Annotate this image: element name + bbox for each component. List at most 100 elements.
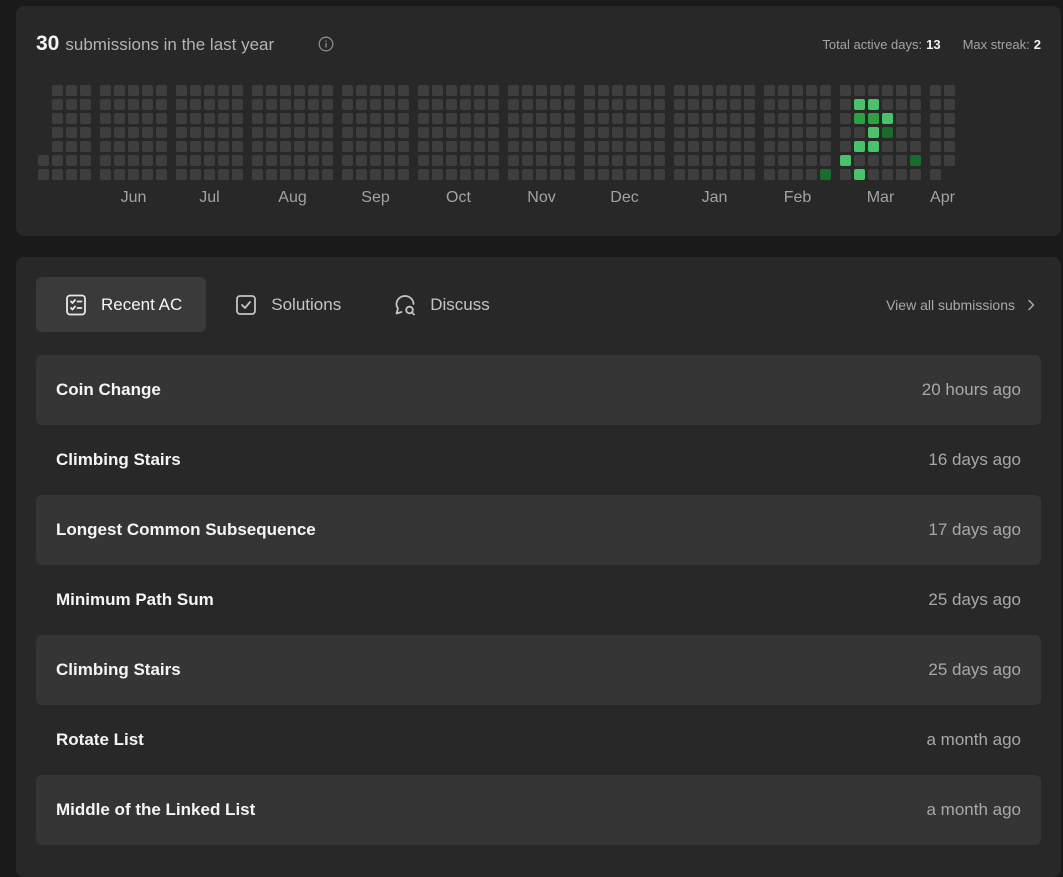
heatmap-cell[interactable] (488, 99, 499, 110)
heatmap-cell[interactable] (232, 113, 243, 124)
heatmap-cell[interactable] (702, 113, 713, 124)
heatmap-cell[interactable] (702, 155, 713, 166)
heatmap-cell[interactable] (882, 155, 893, 166)
heatmap-cell[interactable] (702, 85, 713, 96)
heatmap-cell[interactable] (114, 169, 125, 180)
heatmap-cell[interactable] (806, 169, 817, 180)
heatmap-cell[interactable] (688, 85, 699, 96)
heatmap-cell[interactable] (896, 127, 907, 138)
heatmap-cell[interactable] (840, 113, 851, 124)
heatmap-cell[interactable] (322, 127, 333, 138)
heatmap-cell[interactable] (52, 99, 63, 110)
heatmap-cell[interactable] (654, 127, 665, 138)
heatmap-cell[interactable] (730, 127, 741, 138)
heatmap-cell[interactable] (910, 169, 921, 180)
heatmap-cell[interactable] (688, 155, 699, 166)
heatmap-cell[interactable] (156, 85, 167, 96)
heatmap-cell[interactable] (204, 141, 215, 152)
heatmap-cell[interactable] (654, 99, 665, 110)
heatmap-cell[interactable] (370, 99, 381, 110)
heatmap-cell[interactable] (308, 127, 319, 138)
heatmap-cell[interactable] (356, 155, 367, 166)
heatmap-cell[interactable] (536, 99, 547, 110)
heatmap-cell[interactable] (584, 127, 595, 138)
heatmap-cell[interactable] (626, 169, 637, 180)
heatmap-cell[interactable] (190, 141, 201, 152)
heatmap-cell[interactable] (854, 85, 865, 96)
heatmap-cell[interactable] (114, 113, 125, 124)
heatmap-cell[interactable] (508, 169, 519, 180)
submission-row[interactable]: Climbing Stairs 25 days ago (36, 635, 1041, 705)
heatmap-cell[interactable] (944, 141, 955, 152)
heatmap-cell[interactable] (460, 127, 471, 138)
heatmap-cell[interactable] (398, 155, 409, 166)
heatmap-cell[interactable] (446, 99, 457, 110)
heatmap-cell[interactable] (280, 141, 291, 152)
heatmap-cell[interactable] (156, 99, 167, 110)
heatmap-cell[interactable] (100, 99, 111, 110)
heatmap-cell[interactable] (744, 127, 755, 138)
heatmap-cell[interactable] (910, 155, 921, 166)
heatmap-cell[interactable] (474, 113, 485, 124)
heatmap-cell[interactable] (432, 99, 443, 110)
heatmap-cell[interactable] (432, 141, 443, 152)
heatmap-cell[interactable] (176, 113, 187, 124)
heatmap-cell[interactable] (398, 85, 409, 96)
heatmap-cell[interactable] (176, 85, 187, 96)
heatmap-cell[interactable] (190, 155, 201, 166)
heatmap-cell[interactable] (598, 99, 609, 110)
heatmap-cell[interactable] (114, 141, 125, 152)
heatmap-cell[interactable] (896, 99, 907, 110)
heatmap-cell[interactable] (66, 141, 77, 152)
heatmap-cell[interactable] (536, 113, 547, 124)
heatmap-cell[interactable] (204, 113, 215, 124)
heatmap-cell[interactable] (744, 141, 755, 152)
view-all-submissions-link[interactable]: View all submissions (886, 297, 1037, 313)
tab-discuss[interactable]: Discuss (365, 277, 514, 332)
heatmap-cell[interactable] (640, 127, 651, 138)
heatmap-cell[interactable] (474, 99, 485, 110)
heatmap-cell[interactable] (840, 169, 851, 180)
heatmap-cell[interactable] (764, 99, 775, 110)
heatmap-cell[interactable] (910, 113, 921, 124)
heatmap-cell[interactable] (488, 85, 499, 96)
heatmap-cell[interactable] (522, 155, 533, 166)
heatmap-cell[interactable] (792, 85, 803, 96)
heatmap-cell[interactable] (52, 141, 63, 152)
heatmap-cell[interactable] (176, 99, 187, 110)
heatmap-cell[interactable] (930, 155, 941, 166)
heatmap-cell[interactable] (702, 169, 713, 180)
heatmap-cell[interactable] (674, 169, 685, 180)
heatmap-cell[interactable] (142, 99, 153, 110)
heatmap-cell[interactable] (716, 127, 727, 138)
heatmap-cell[interactable] (38, 169, 49, 180)
heatmap-cell[interactable] (100, 155, 111, 166)
heatmap-cell[interactable] (896, 113, 907, 124)
heatmap-cell[interactable] (356, 99, 367, 110)
heatmap-cell[interactable] (840, 85, 851, 96)
heatmap-cell[interactable] (626, 113, 637, 124)
heatmap-cell[interactable] (114, 99, 125, 110)
heatmap-cell[interactable] (730, 141, 741, 152)
heatmap-cell[interactable] (80, 85, 91, 96)
heatmap-cell[interactable] (716, 141, 727, 152)
heatmap-cell[interactable] (432, 169, 443, 180)
heatmap-cell[interactable] (792, 99, 803, 110)
heatmap-cell[interactable] (80, 99, 91, 110)
heatmap-cell[interactable] (626, 127, 637, 138)
heatmap-cell[interactable] (100, 113, 111, 124)
heatmap-cell[interactable] (522, 141, 533, 152)
heatmap-cell[interactable] (418, 155, 429, 166)
heatmap-cell[interactable] (128, 113, 139, 124)
heatmap-cell[interactable] (550, 85, 561, 96)
heatmap-cell[interactable] (854, 141, 865, 152)
heatmap-cell[interactable] (612, 85, 623, 96)
heatmap-cell[interactable] (114, 85, 125, 96)
heatmap-cell[interactable] (626, 141, 637, 152)
heatmap-cell[interactable] (418, 169, 429, 180)
heatmap-cell[interactable] (342, 85, 353, 96)
heatmap-cell[interactable] (522, 169, 533, 180)
heatmap-cell[interactable] (128, 85, 139, 96)
heatmap-cell[interactable] (370, 127, 381, 138)
heatmap-cell[interactable] (280, 85, 291, 96)
